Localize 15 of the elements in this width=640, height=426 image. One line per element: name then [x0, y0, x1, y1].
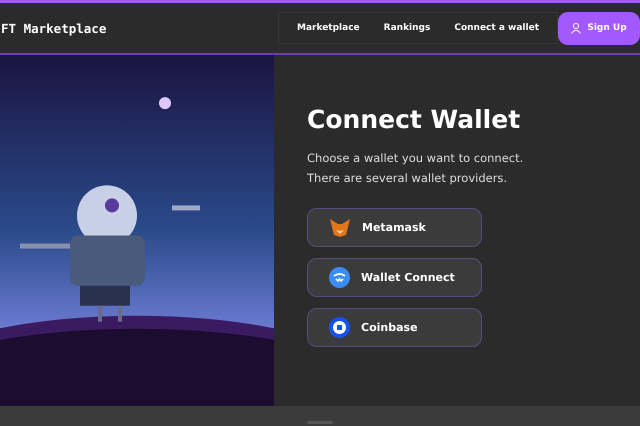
nav-link[interactable]: Connect a wallet — [442, 23, 551, 33]
sign-up-button[interactable]: Sign Up — [558, 12, 640, 44]
wallet-button[interactable]: Coinbase — [307, 308, 482, 347]
fox-icon — [329, 218, 351, 238]
nav-link[interactable]: Rankings — [372, 23, 442, 33]
logo-text: FT Marketplace — [1, 20, 106, 36]
description-text: Choose a wallet you want to connect. — [307, 150, 524, 167]
coin-icon — [329, 317, 350, 338]
description-text: There are several wallet providers. — [307, 170, 508, 187]
nav-link[interactable]: Marketplace — [284, 23, 372, 33]
wave-icon — [329, 267, 350, 288]
user-icon — [571, 22, 582, 34]
wallet-button[interactable]: Wallet Connect — [307, 258, 482, 297]
page-title: Connect Wallet — [307, 105, 522, 134]
wallet-button[interactable]: Metamask — [307, 208, 482, 247]
